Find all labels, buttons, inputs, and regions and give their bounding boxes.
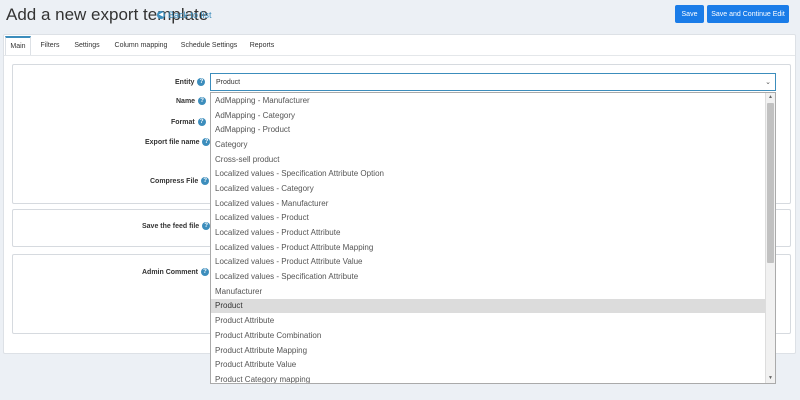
admin-comment-label: Admin Comment? xyxy=(142,268,209,276)
dropdown-option[interactable]: Localized values - Specification Attribu… xyxy=(211,166,775,181)
entity-label: Entity? xyxy=(175,78,206,86)
back-to-list-link[interactable]: ◀ Back to list xyxy=(157,10,212,20)
arrow-left-circle-icon: ◀ xyxy=(157,11,165,19)
question-circle-icon[interactable]: ? xyxy=(201,268,209,276)
entity-dropdown-list[interactable]: AdMapping - Manufacturer AdMapping - Cate… xyxy=(210,92,776,384)
tab-column-mapping[interactable]: Column mapping xyxy=(111,36,171,55)
dropdown-option[interactable]: Localized values - Category xyxy=(211,181,775,196)
tab-settings[interactable]: Settings xyxy=(70,36,104,55)
dropdown-option[interactable]: Localized values - Specification Attribu… xyxy=(211,269,775,284)
question-circle-icon[interactable]: ? xyxy=(202,222,211,230)
question-circle-icon[interactable]: ? xyxy=(201,177,210,185)
dropdown-option[interactable]: Localized values - Product xyxy=(211,211,775,226)
dropdown-option[interactable]: Localized values - Product Attribute Map… xyxy=(211,240,775,255)
entity-select[interactable]: Product ⌄ xyxy=(210,73,776,91)
dropdown-option[interactable]: AdMapping - Product xyxy=(211,122,775,137)
tab-reports[interactable]: Reports xyxy=(246,36,278,55)
dropdown-option[interactable]: Product xyxy=(211,298,775,314)
dropdown-option[interactable]: Product Attribute Combination xyxy=(211,328,775,343)
dropdown-option[interactable]: Localized values - Product Attribute xyxy=(211,225,775,240)
name-label: Name? xyxy=(176,97,207,105)
tab-main[interactable]: Main xyxy=(5,36,31,55)
chevron-down-icon: ⌄ xyxy=(765,79,771,86)
scroll-down-arrow-icon[interactable]: ▼ xyxy=(766,374,775,383)
save-button[interactable]: Save xyxy=(675,5,704,23)
scroll-up-arrow-icon[interactable]: ▲ xyxy=(766,93,775,102)
dropdown-option[interactable]: Product Attribute Value xyxy=(211,357,775,372)
compress-file-label: Compress File? xyxy=(150,177,210,185)
save-feed-file-label: Save the feed file? xyxy=(142,222,211,230)
scroll-thumb[interactable] xyxy=(767,103,774,263)
dropdown-option[interactable]: Product Attribute xyxy=(211,313,775,328)
dropdown-option[interactable]: AdMapping - Manufacturer xyxy=(211,93,775,108)
dropdown-option[interactable]: Localized values - Manufacturer xyxy=(211,196,775,211)
dropdown-option[interactable]: Localized values - Product Attribute Val… xyxy=(211,255,775,270)
dropdown-option[interactable]: Product Attribute Mapping xyxy=(211,343,775,358)
save-continue-button[interactable]: Save and Continue Edit xyxy=(707,5,789,23)
question-circle-icon[interactable]: ? xyxy=(197,118,206,126)
entity-select-value: Product xyxy=(216,78,241,86)
dropdown-options: AdMapping - Manufacturer AdMapping - Cate… xyxy=(211,93,775,383)
question-circle-icon[interactable]: ? xyxy=(198,97,207,105)
tab-schedule-settings[interactable]: Schedule Settings xyxy=(178,36,240,55)
dropdown-option[interactable]: Product Category mapping xyxy=(211,372,775,383)
dropdown-option[interactable]: Cross-sell product xyxy=(211,152,775,167)
question-circle-icon[interactable]: ? xyxy=(197,78,206,86)
export-file-name-label: Export file name? xyxy=(145,138,211,146)
dropdown-scrollbar[interactable]: ▲ ▼ xyxy=(765,93,775,383)
format-label: Format? xyxy=(171,118,206,126)
dropdown-option[interactable]: AdMapping - Category xyxy=(211,108,775,123)
tab-divider xyxy=(4,55,795,56)
tab-filters[interactable]: Filters xyxy=(36,36,64,55)
back-to-list-label: Back to list xyxy=(168,10,212,20)
dropdown-option[interactable]: Manufacturer xyxy=(211,284,775,299)
dropdown-option[interactable]: Category xyxy=(211,137,775,152)
